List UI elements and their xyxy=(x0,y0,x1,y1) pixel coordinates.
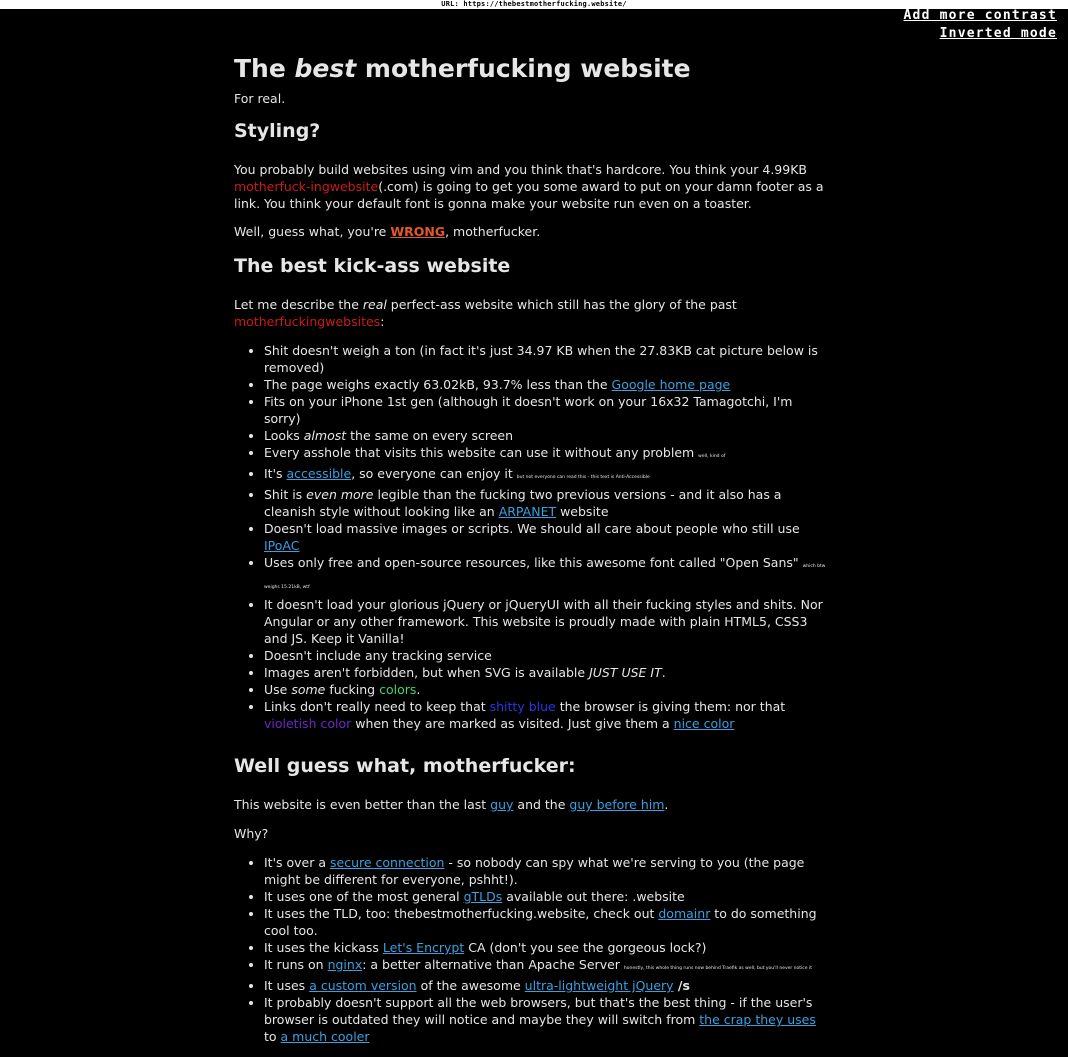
lets-encrypt-link[interactable]: Let's Encrypt xyxy=(383,940,464,955)
guy-link[interactable]: guy xyxy=(490,797,513,812)
list-item: It uses the kickass Let's Encrypt CA (do… xyxy=(264,939,830,956)
list-item: It runs on nginx: a better alternative t… xyxy=(264,956,830,977)
list-item: It uses a custom version of the awesome … xyxy=(264,977,830,994)
guess-heading: Well guess what, motherfucker: xyxy=(234,755,576,777)
guess-paragraph: This website is even better than the las… xyxy=(234,797,669,812)
list-item: Fits on your iPhone 1st gen (although it… xyxy=(264,393,830,427)
nginx-link[interactable]: nginx xyxy=(328,957,363,972)
display-toggles: Add more contrast Inverted mode xyxy=(904,7,1057,43)
styling-paragraph: You probably build websites using vim an… xyxy=(234,162,824,211)
styling-heading: Styling? xyxy=(234,120,321,142)
custom-version-link[interactable]: a custom version xyxy=(309,978,416,993)
list-item: Every asshole that visits this website c… xyxy=(264,444,830,465)
kickass-intro: Let me describe the real perfect-ass web… xyxy=(234,297,737,329)
accessible-link[interactable]: accessible xyxy=(287,466,352,481)
motherfuckingwebsites-link[interactable]: motherfuckingwebsites xyxy=(234,314,380,329)
nice-color-link[interactable]: nice color xyxy=(674,716,735,731)
list-item: It doesn't load your glorious jQuery or … xyxy=(264,596,830,647)
list-item: It's over a secure connection - so nobod… xyxy=(264,854,830,888)
list-item: Use some fucking colors. xyxy=(264,681,830,698)
page-subtitle: For real. xyxy=(234,91,286,106)
list-item: It probably doesn't support all the web … xyxy=(264,994,830,1045)
crap-they-uses-link[interactable]: the crap they uses xyxy=(699,1012,816,1027)
wrong-paragraph: Well, guess what, you're WRONG, motherfu… xyxy=(234,224,541,239)
domainr-link[interactable]: domainr xyxy=(658,906,710,921)
guy-before-him-link[interactable]: guy before him xyxy=(569,797,664,812)
secure-connection-link[interactable]: secure connection xyxy=(330,855,444,870)
inverted-mode-toggle[interactable]: Inverted mode xyxy=(904,25,1057,43)
gtlds-link[interactable]: gTLDs xyxy=(464,889,503,904)
list-item: Links don't really need to keep that shi… xyxy=(264,698,830,732)
list-item: Images aren't forbidden, but when SVG is… xyxy=(264,664,830,681)
why-list: It's over a secure connection - so nobod… xyxy=(234,854,830,1045)
why-paragraph: Why? xyxy=(234,826,269,841)
arpanet-link[interactable]: ARPANET xyxy=(499,504,556,519)
list-item: Looks almost the same on every screen xyxy=(264,427,830,444)
add-contrast-toggle[interactable]: Add more contrast xyxy=(904,7,1057,25)
ipoac-link[interactable]: IPoAC xyxy=(264,538,300,553)
much-cooler-link[interactable]: a much cooler xyxy=(281,1029,370,1044)
kickass-heading: The best kick-ass website xyxy=(234,255,511,277)
motherfuckingwebsite-link[interactable]: motherfuck-ingwebsite xyxy=(234,179,378,194)
list-item: It uses the TLD, too: thebestmotherfucki… xyxy=(264,905,830,939)
list-item: Doesn't load massive images or scripts. … xyxy=(264,520,830,554)
list-item: It uses one of the most general gTLDs av… xyxy=(264,888,830,905)
list-item: The page weighs exactly 63.02kB, 93.7% l… xyxy=(264,376,830,393)
wrong-link[interactable]: WRONG xyxy=(390,224,445,239)
list-item: Uses only free and open-source resources… xyxy=(264,554,830,596)
main-content: The best motherfucking website For real.… xyxy=(234,50,830,1057)
list-item: It's accessible, so everyone can enjoy i… xyxy=(264,465,830,486)
list-item: Shit doesn't weigh a ton (in fact it's j… xyxy=(264,342,830,376)
kickass-list: Shit doesn't weigh a ton (in fact it's j… xyxy=(234,342,830,732)
list-item: Doesn't include any tracking service xyxy=(264,647,830,664)
ultra-lightweight-jquery-link[interactable]: ultra-lightweight jQuery xyxy=(525,978,674,993)
list-item: Shit is even more legible than the fucki… xyxy=(264,486,830,520)
page-title: The best motherfucking website xyxy=(234,54,691,83)
google-home-page-link[interactable]: Google home page xyxy=(612,377,731,392)
